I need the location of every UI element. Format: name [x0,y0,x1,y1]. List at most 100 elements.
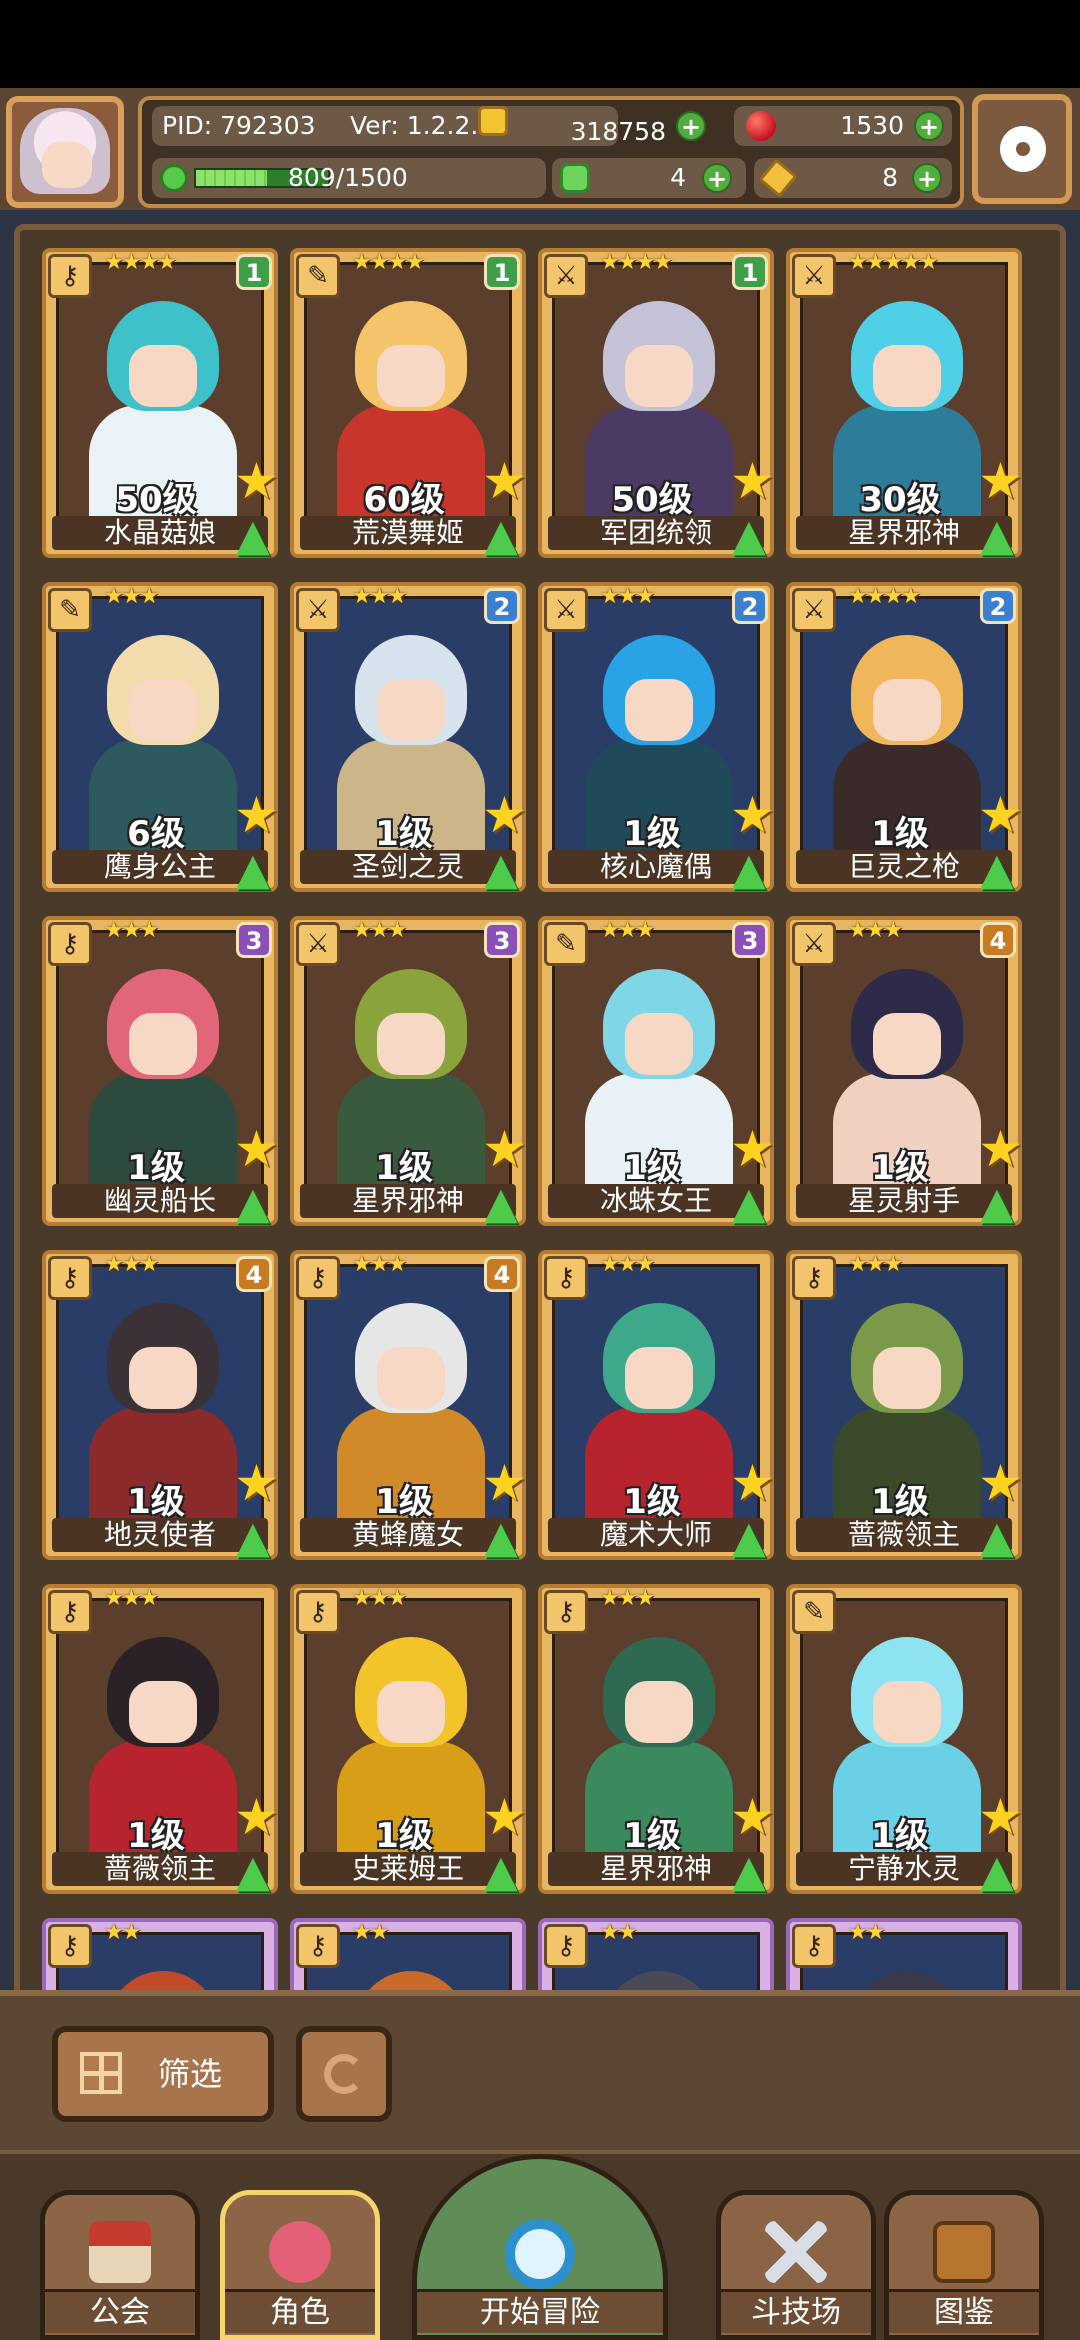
tab-arena[interactable]: 斗技场 [716,2190,876,2340]
level-up-arrow-icon: ▲ [980,844,1014,895]
star-upgrade-icon: ★ [978,1454,1023,1512]
character-level: 6级 [127,814,185,854]
character-face [129,345,197,407]
scroll-icon: ✎ [296,254,340,298]
gem-pill: 1530 + [734,106,952,146]
refresh-icon [324,2054,364,2094]
character-level: 1级 [127,1148,185,1188]
character-card[interactable]: ⚷ ★★★ 4 1级 ★ 地灵使者 ▲ [42,1250,279,1560]
tab-role[interactable]: 角色 [220,2190,380,2340]
level-up-arrow-icon: ▲ [980,510,1014,561]
character-card[interactable]: ✎ ★★★ 3 1级 ★ 冰蛛女王 ▲ [538,916,775,1226]
tab-codex[interactable]: 图鉴 [884,2190,1044,2340]
tier-badge: 4 [484,1256,520,1292]
character-card[interactable]: ⚷ ★★★ 4 1级 ★ 黄蜂魔女 ▲ [290,1250,527,1560]
add-gem-icon[interactable]: + [914,111,944,141]
key-icon: ⚷ [48,254,92,298]
character-face [873,1347,941,1409]
character-card[interactable]: ⚔ ★★★★ 2 1级 ★ 巨灵之枪 ▲ [786,582,1023,892]
character-card[interactable]: ⚔ ★★★ 2 1级 ★ 核心魔偶 ▲ [538,582,775,892]
character-card[interactable]: ⚔ ★★★ 2 1级 ★ 圣剑之灵 ▲ [290,582,527,892]
level-up-arrow-icon: ▲ [732,1846,766,1897]
tab-guild[interactable]: 公会 [40,2190,200,2340]
avatar-face [42,142,92,188]
character-card[interactable]: ⚔ ★★★ 3 1级 ★ 星界邪神 ▲ [290,916,527,1226]
filter-button[interactable]: 筛选 [52,2026,274,2122]
tier-badge: 2 [980,588,1016,624]
character-face [129,679,197,741]
character-card[interactable]: ⚔ ★★★ 4 1级 ★ 星灵射手 ▲ [786,916,1023,1226]
character-card[interactable]: ⚷ ★★★★ 1 50级 ★ 水晶菇娘 ▲ [42,248,279,558]
character-card[interactable]: ✎ ★★★★ 1 60级 ★ 荒漠舞姬 ▲ [290,248,527,558]
refresh-button[interactable] [296,2026,392,2122]
character-icon [269,2221,331,2283]
character-level: 1级 [623,1482,681,1522]
level-up-arrow-icon: ▲ [484,844,518,895]
key-icon: ⚷ [48,1590,92,1634]
star-upgrade-icon: ★ [234,452,279,510]
star-upgrade-icon: ★ [482,452,527,510]
key-icon: ⚷ [296,1256,340,1300]
level-up-arrow-icon: ▲ [732,844,766,895]
star-upgrade-icon: ★ [730,1788,775,1846]
character-level: 50级 [115,480,197,520]
clover-pill: 4 + [552,158,746,198]
tier-badge: 1 [236,254,272,290]
rarity-stars: ★★★★★ [848,250,939,275]
character-level: 1级 [623,814,681,854]
character-card[interactable]: ⚔ ★★★★ 1 50级 ★ 军团统领 ▲ [538,248,775,558]
star-upgrade-icon: ★ [234,1788,279,1846]
add-key-icon[interactable]: + [912,163,942,193]
character-card[interactable]: ⚔ ★★★★★ 30级 ★ 星界邪神 ▲ [786,248,1023,558]
character-card[interactable]: ⚷ ★★★ 1级 ★ 蔷薇领主 ▲ [42,1584,279,1894]
sword-icon: ⚔ [792,922,836,966]
character-card[interactable]: ⚷ ★★★ 1级 ★ 魔术大师 ▲ [538,1250,775,1560]
star-upgrade-icon: ★ [730,786,775,844]
bottom-navigation: 公会 角色 开始冒险 斗技场 图鉴 [0,2150,1080,2340]
gem-value: 1530 [840,111,904,140]
tier-badge: 2 [484,588,520,624]
level-up-arrow-icon: ▲ [484,1846,518,1897]
gold-pill: 318758 + [482,106,722,146]
book-icon [933,2221,995,2283]
rarity-stars: ★★★ [848,918,903,943]
character-card[interactable]: ⚷ ★★★ 1级 ★ 星界邪神 ▲ [538,1584,775,1894]
character-face [873,1013,941,1075]
character-card[interactable]: ⚷ ★★★ 1级 ★ 蔷薇领主 ▲ [786,1250,1023,1560]
character-card[interactable]: ⚷ ★★★ 3 1级 ★ 幽灵船长 ▲ [42,916,279,1226]
character-face [377,1681,445,1743]
character-card[interactable]: ⚷ ★★★ 1级 ★ 史莱姆王 ▲ [290,1584,527,1894]
settings-button[interactable] [972,94,1072,204]
resource-panel: PID: 792303 Ver: 1.2.2.2 318758 + 1530 +… [138,96,964,208]
tier-badge: 1 [732,254,768,290]
add-gold-icon[interactable]: + [676,111,706,141]
character-face [129,1681,197,1743]
star-upgrade-icon: ★ [978,786,1023,844]
add-clover-icon[interactable]: + [702,163,732,193]
star-upgrade-icon: ★ [730,452,775,510]
character-level: 50级 [611,480,693,520]
star-upgrade-icon: ★ [730,1454,775,1512]
character-level: 1级 [375,1482,433,1522]
tier-badge: 1 [484,254,520,290]
level-up-arrow-icon: ▲ [236,844,270,895]
level-up-arrow-icon: ▲ [484,510,518,561]
rarity-stars: ★★ [848,1920,885,1945]
scroll-icon: ✎ [544,922,588,966]
rarity-stars: ★★★ [600,1586,655,1611]
level-up-arrow-icon: ▲ [484,1512,518,1563]
tab-adventure-label: 开始冒险 [417,2289,663,2333]
level-up-arrow-icon: ▲ [732,1178,766,1229]
clover-value: 4 [670,163,686,192]
character-card[interactable]: ✎ ★★★ 6级 ★ 鹰身公主 ▲ [42,582,279,892]
character-grid[interactable]: ⚷ ★★★★ 1 50级 ★ 水晶菇娘 ▲ ✎ ★★★★ 1 60级 ★ 荒漠舞姬 ▲ ⚔ ★★★★ 1 50级 ★… [14,224,1066,2004]
level-up-arrow-icon: ▲ [236,1846,270,1897]
tier-badge: 4 [236,1256,272,1292]
player-avatar[interactable] [6,96,124,208]
star-upgrade-icon: ★ [482,1120,527,1178]
rarity-stars: ★★ [104,1920,141,1945]
rarity-stars: ★★★ [600,918,655,943]
character-card[interactable]: ✎ 1级 ★ 宁静水灵 ▲ [786,1584,1023,1894]
tab-adventure[interactable]: 开始冒险 [412,2154,668,2340]
key-icon: ⚷ [48,1924,92,1968]
